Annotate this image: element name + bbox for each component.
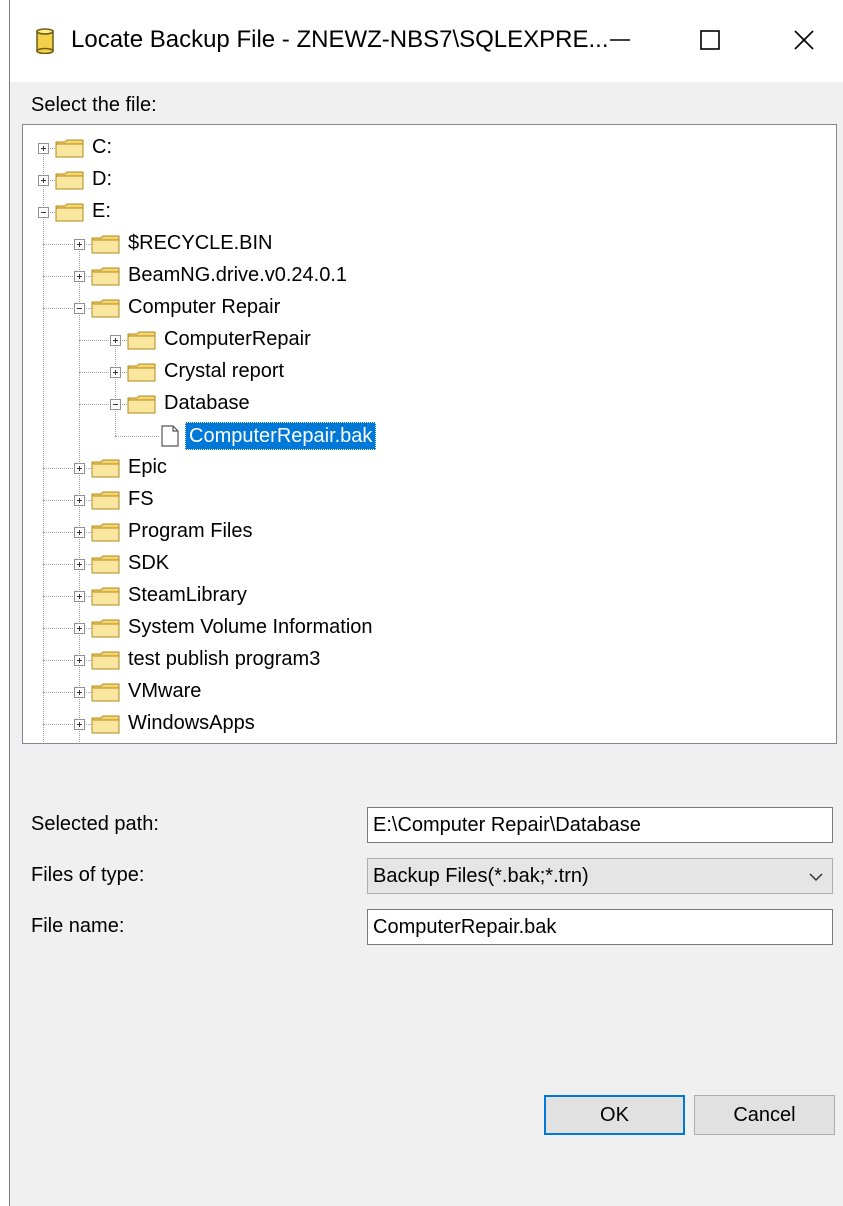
- tree-item-selected[interactable]: ComputerRepair.bak: [185, 422, 377, 450]
- expand-icon[interactable]: [74, 527, 85, 538]
- file-icon: [161, 425, 179, 447]
- ok-button[interactable]: OK: [544, 1095, 685, 1135]
- files-of-type-select[interactable]: Backup Files(*.bak;*.trn): [367, 858, 833, 894]
- expand-icon[interactable]: [74, 687, 85, 698]
- expand-icon[interactable]: [74, 463, 85, 474]
- folder-icon: [55, 139, 84, 158]
- folder-icon: [91, 491, 120, 510]
- database-cylinder-icon: [36, 28, 54, 54]
- expand-icon[interactable]: [38, 175, 49, 186]
- collapse-icon[interactable]: [110, 399, 121, 410]
- file-name-field[interactable]: ComputerRepair.bak: [367, 909, 833, 945]
- maximize-icon: [700, 30, 720, 50]
- file-tree[interactable]: C: D: E: $RECYCLE.BIN BeamNG.drive.v0.24.0.1…: [22, 124, 837, 744]
- collapse-icon[interactable]: [38, 207, 49, 218]
- tree-caption: Select the file:: [31, 94, 157, 116]
- tree-item[interactable]: Program Files: [125, 518, 255, 544]
- expand-icon[interactable]: [110, 335, 121, 346]
- tree-item[interactable]: SDK: [125, 550, 172, 576]
- tree-connector: [115, 436, 159, 437]
- folder-icon: [127, 363, 156, 382]
- folder-icon: [127, 331, 156, 350]
- folder-icon: [91, 651, 120, 670]
- folder-icon: [91, 523, 120, 542]
- selected-path-label: Selected path:: [31, 813, 159, 835]
- expand-icon[interactable]: [74, 655, 85, 666]
- tree-item[interactable]: Database: [161, 390, 253, 416]
- tree-item[interactable]: Epic: [125, 454, 170, 480]
- tree-item[interactable]: Xbox: [125, 742, 177, 743]
- folder-icon: [127, 395, 156, 414]
- tree-item[interactable]: VMware: [125, 678, 204, 704]
- expand-icon[interactable]: [74, 239, 85, 250]
- chevron-down-icon: [809, 873, 823, 882]
- title-bar[interactable]: Locate Backup File - ZNEWZ-NBS7\SQLEXPRE…: [10, 0, 843, 82]
- collapse-icon[interactable]: [74, 303, 85, 314]
- tree-item[interactable]: BeamNG.drive.v0.24.0.1: [125, 262, 350, 288]
- folder-icon: [55, 171, 84, 190]
- tree-item[interactable]: D:: [89, 166, 115, 192]
- expand-icon[interactable]: [74, 559, 85, 570]
- maximize-button[interactable]: [670, 14, 750, 66]
- tree-item[interactable]: $RECYCLE.BIN: [125, 230, 276, 256]
- folder-icon: [91, 555, 120, 574]
- tree-item[interactable]: System Volume Information: [125, 614, 376, 640]
- cancel-button[interactable]: Cancel: [694, 1095, 835, 1135]
- expand-icon[interactable]: [74, 623, 85, 634]
- minimize-icon: [610, 39, 630, 41]
- close-button[interactable]: [764, 14, 843, 66]
- folder-icon: [91, 459, 120, 478]
- folder-icon: [91, 619, 120, 638]
- tree-item[interactable]: test publish program3: [125, 646, 323, 672]
- tree-item[interactable]: ComputerRepair: [161, 326, 314, 352]
- tree-item[interactable]: C:: [89, 134, 115, 160]
- minimize-button[interactable]: [580, 14, 660, 66]
- expand-icon[interactable]: [74, 591, 85, 602]
- folder-icon: [91, 715, 120, 734]
- tree-item[interactable]: SteamLibrary: [125, 582, 250, 608]
- tree-item[interactable]: Computer Repair: [125, 294, 283, 320]
- expand-icon[interactable]: [110, 367, 121, 378]
- locate-backup-file-dialog: Locate Backup File - ZNEWZ-NBS7\SQLEXPRE…: [9, 0, 843, 1206]
- tree-item[interactable]: Crystal report: [161, 358, 287, 384]
- tree-item[interactable]: E:: [89, 198, 114, 224]
- expand-icon[interactable]: [74, 719, 85, 730]
- files-of-type-value: Backup Files(*.bak;*.trn): [373, 865, 589, 887]
- tree-guide-line: [43, 212, 44, 743]
- expand-icon[interactable]: [74, 495, 85, 506]
- selected-path-field[interactable]: E:\Computer Repair\Database: [367, 807, 833, 843]
- tree-item[interactable]: WindowsApps: [125, 710, 258, 736]
- files-of-type-label: Files of type:: [31, 864, 145, 886]
- folder-icon: [91, 235, 120, 254]
- folder-icon: [91, 299, 120, 318]
- folder-icon: [91, 267, 120, 286]
- file-name-label: File name:: [31, 915, 125, 937]
- folder-icon: [91, 587, 120, 606]
- expand-icon[interactable]: [74, 271, 85, 282]
- tree-item[interactable]: FS: [125, 486, 157, 512]
- window-title: Locate Backup File - ZNEWZ-NBS7\SQLEXPRE…: [71, 26, 609, 53]
- expand-icon[interactable]: [38, 143, 49, 154]
- close-icon: [794, 30, 814, 50]
- folder-icon: [55, 203, 84, 222]
- folder-icon: [91, 683, 120, 702]
